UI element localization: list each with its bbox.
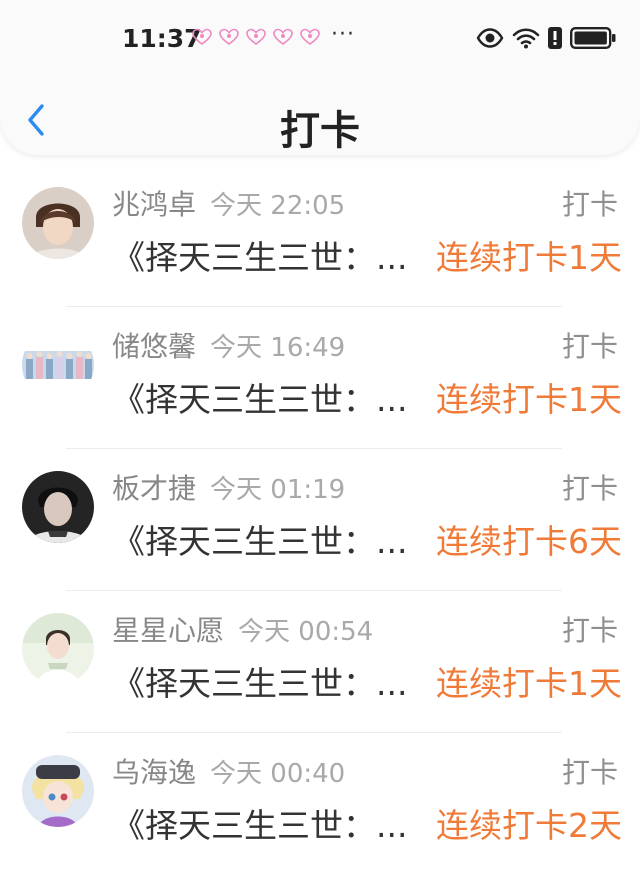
eye-icon [476, 28, 504, 48]
post-time: 今天 22:05 [210, 191, 346, 221]
post-time: 今天 16:49 [210, 333, 346, 363]
top-header: 11:37 ··· 打卡 [0, 0, 640, 155]
wifi-icon [512, 28, 540, 49]
type-label: 打卡 [561, 756, 618, 789]
type-label: 打卡 [561, 330, 618, 363]
user-name: 储悠馨 [112, 330, 197, 363]
heart-icon [273, 28, 293, 45]
status-bar: 11:37 ··· [0, 0, 640, 80]
nav-bar: 打卡 [0, 88, 640, 154]
post-time: 今天 00:54 [238, 617, 374, 647]
list-item[interactable]: 星星心愿 今天 00:54 打卡 《择天三生三世：... 连续打卡1天 [0, 591, 640, 733]
more-notifications-indicator: ··· [331, 22, 355, 47]
avatar[interactable] [22, 187, 94, 259]
user-name: 乌海逸 [112, 756, 197, 789]
notification-icons [192, 28, 320, 46]
status-time: 11:37 [122, 24, 202, 53]
user-name: 板才捷 [112, 472, 197, 505]
system-icons [476, 27, 616, 49]
post-time: 今天 00:40 [210, 759, 346, 789]
list-item[interactable]: 乌海逸 今天 00:40 打卡 《择天三生三世：... 连续打卡2天 [0, 733, 640, 875]
avatar[interactable] [22, 329, 94, 401]
list-item[interactable]: 兆鸿卓 今天 22:05 打卡 《择天三生三世：... 连续打卡1天 [0, 165, 640, 307]
heart-icon [219, 28, 239, 45]
avatar[interactable] [22, 755, 94, 827]
streak-text: 连续打卡1天 [434, 231, 622, 279]
streak-text: 连续打卡1天 [434, 373, 622, 421]
user-name: 星星心愿 [112, 614, 225, 647]
avatar[interactable] [22, 471, 94, 543]
type-label: 打卡 [561, 188, 618, 221]
streak-text: 连续打卡2天 [434, 799, 622, 847]
page-title: 打卡 [280, 108, 360, 154]
user-name: 兆鸿卓 [112, 188, 197, 221]
avatar[interactable] [22, 613, 94, 685]
list-item[interactable]: 储悠馨 今天 16:49 打卡 《择天三生三世：... 连续打卡1天 [0, 307, 640, 449]
heart-icon [192, 28, 212, 45]
type-label: 打卡 [561, 614, 618, 647]
type-label: 打卡 [561, 472, 618, 505]
streak-text: 连续打卡1天 [434, 657, 622, 705]
battery-icon [570, 27, 616, 49]
heart-icon [300, 28, 320, 45]
alert-icon [548, 27, 562, 49]
streak-text: 连续打卡6天 [434, 515, 622, 563]
list-item[interactable]: 板才捷 今天 01:19 打卡 《择天三生三世：... 连续打卡6天 [0, 449, 640, 591]
heart-icon [246, 28, 266, 45]
post-time: 今天 01:19 [210, 475, 346, 505]
checkin-list: 兆鸿卓 今天 22:05 打卡 《择天三生三世：... 连续打卡1天 储悠馨 今天 … [0, 165, 640, 875]
